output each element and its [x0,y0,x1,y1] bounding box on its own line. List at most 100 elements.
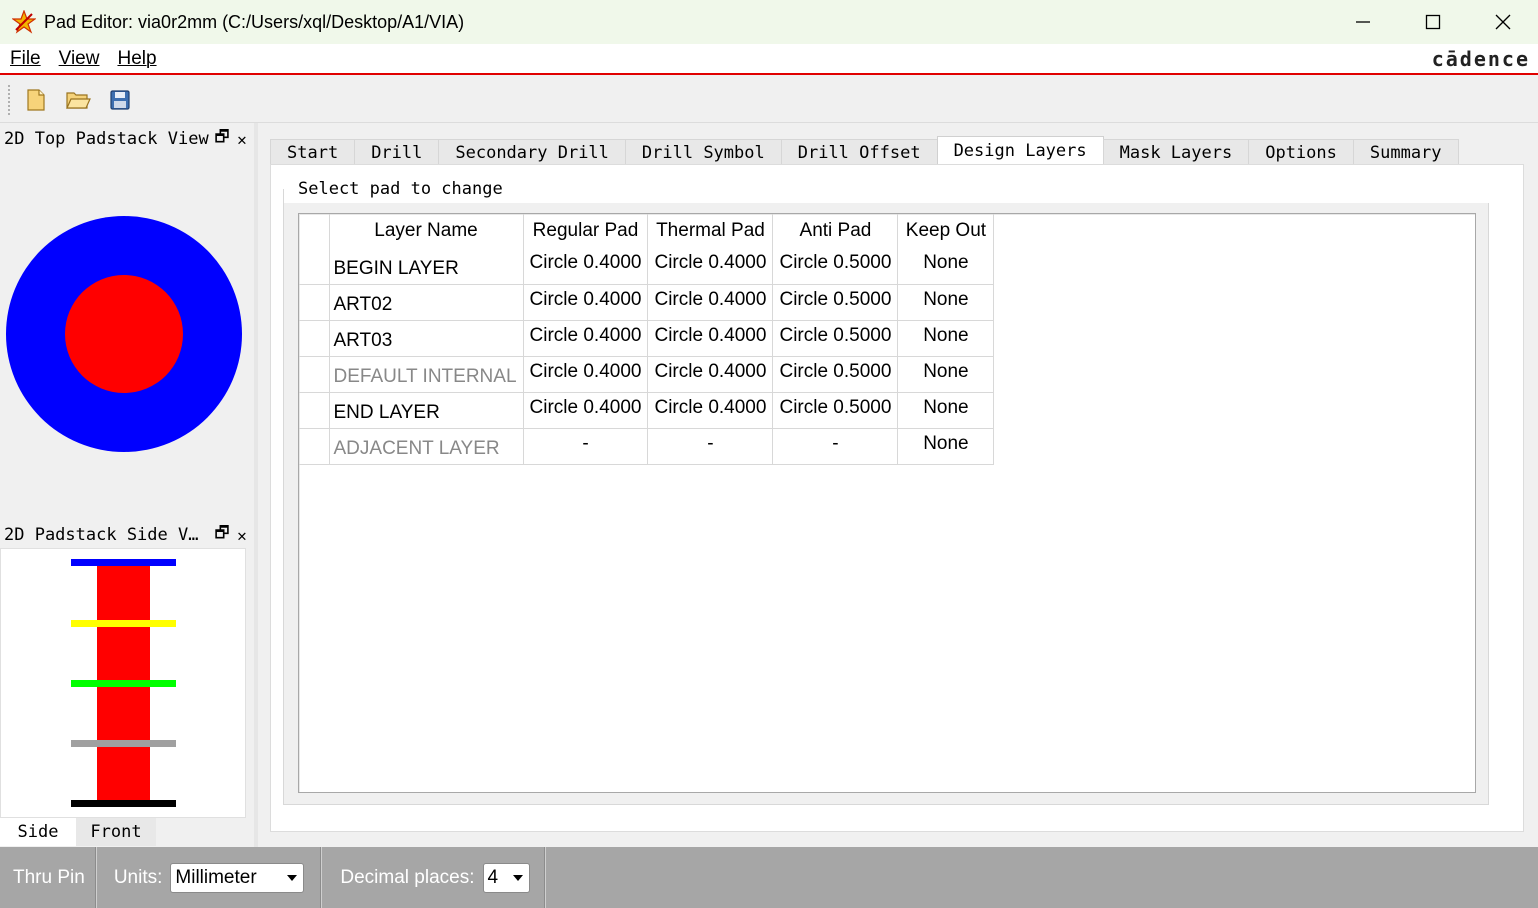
tab-secondary-drill[interactable]: Secondary Drill [438,139,626,165]
thermal-pad-cell[interactable]: Circle 0.4000 [647,284,774,321]
table-row[interactable]: END LAYER Circle 0.4000 Circle 0.4000 Circl… [299,392,995,429]
regular-pad-cell[interactable]: - [523,428,649,465]
keep-out-cell[interactable]: None [897,392,995,429]
regular-pad-circle [65,275,183,393]
tab-drill[interactable]: Drill [354,139,440,165]
close-panel-icon[interactable]: ✕ [232,526,252,545]
tab-start[interactable]: Start [270,139,356,165]
table-header-row: Layer Name Regular Pad Thermal Pad Anti … [299,214,995,248]
decimal-places-select[interactable]: 4 [482,862,530,893]
side-view-tabs: Side Front [0,818,254,846]
header-keep-out[interactable]: Keep Out [897,214,995,248]
regular-pad-cell[interactable]: Circle 0.4000 [523,248,649,285]
units-label: Units: [113,866,163,888]
regular-pad-cell[interactable]: Circle 0.4000 [523,356,649,393]
decimal-places-value: 4 [487,866,499,888]
table-row[interactable]: DEFAULT INTERNAL Circle 0.4000 Circle 0.40… [299,356,995,393]
table-row[interactable]: ART03 Circle 0.4000 Circle 0.4000 Circle 0.… [299,320,995,357]
layer-name-cell: BEGIN LAYER [329,248,524,285]
pad-type-label: Thru Pin [13,866,85,888]
group-title: Select pad to change [294,178,509,200]
thermal-pad-cell[interactable]: Circle 0.4000 [647,248,774,285]
close-button[interactable] [1468,0,1538,44]
menu-view[interactable]: View [59,48,100,70]
float-panel-icon[interactable]: 🗗 [212,126,232,153]
chevron-down-icon [512,874,523,881]
side-padstack-view [0,548,246,818]
layer-name-cell: ART02 [329,284,524,321]
row-header-cell[interactable] [299,356,330,393]
toolbar [0,77,1538,123]
anti-pad-cell[interactable]: Circle 0.5000 [772,284,899,321]
anti-pad-cell[interactable]: Circle 0.5000 [772,356,899,393]
header-regular-pad[interactable]: Regular Pad [523,214,649,248]
maximize-button[interactable] [1398,0,1468,44]
keep-out-cell[interactable]: None [897,428,995,465]
header-thermal-pad[interactable]: Thermal Pad [647,214,774,248]
tab-options[interactable]: Options [1248,139,1354,165]
anti-pad-cell[interactable]: Circle 0.5000 [772,320,899,357]
close-panel-icon[interactable]: ✕ [232,130,252,149]
row-header-cell[interactable] [299,248,330,285]
units-select[interactable]: Millimeter [170,862,305,893]
pad-editor-app-icon [10,8,38,36]
thermal-pad-cell[interactable]: - [647,428,774,465]
layer-name-cell: DEFAULT INTERNAL [329,356,524,393]
header-anti-pad[interactable]: Anti Pad [772,214,899,248]
main-area: Start Drill Secondary Drill Drill Symbol… [258,123,1538,847]
float-panel-icon[interactable]: 🗗 [212,522,232,549]
layer-name-cell: ART03 [329,320,524,357]
keep-out-cell[interactable]: None [897,356,995,393]
keep-out-cell[interactable]: None [897,320,995,357]
thermal-pad-cell[interactable]: Circle 0.4000 [647,392,774,429]
tab-summary[interactable]: Summary [1352,139,1459,165]
row-header-cell[interactable] [299,284,330,321]
minimize-icon [1356,21,1370,23]
status-bar: Thru Pin Units: Millimeter Decimal place… [0,847,1538,908]
side-view-canvas [71,559,176,807]
regular-pad-cell[interactable]: Circle 0.4000 [523,392,649,429]
minimize-button[interactable] [1328,0,1398,44]
front-tab[interactable]: Front [76,818,156,846]
anti-pad-cell[interactable]: Circle 0.5000 [772,392,899,429]
table-row[interactable]: ADJACENT LAYER - - - None [299,428,995,465]
top-view-panel-header: 2D Top Padstack View 🗗 ✕ [0,125,252,153]
window-title: Pad Editor: via0r2mm (C:/Users/xql/Deskt… [44,11,465,32]
thermal-pad-cell[interactable]: Circle 0.4000 [647,320,774,357]
save-button[interactable] [104,84,136,116]
side-tab[interactable]: Side [0,818,76,846]
menu-bar: File View Help cādence [0,44,1538,75]
open-folder-button[interactable] [62,84,94,116]
menu-help[interactable]: Help [117,48,156,70]
tab-drill-offset[interactable]: Drill Offset [780,139,938,165]
row-header-cell[interactable] [299,320,330,357]
table-row[interactable]: BEGIN LAYER Circle 0.4000 Circle 0.4000 Cir… [299,248,995,285]
tab-mask-layers[interactable]: Mask Layers [1102,139,1250,165]
regular-pad-cell[interactable]: Circle 0.4000 [523,284,649,321]
anti-pad-cell[interactable]: Circle 0.5000 [772,248,899,285]
table-row[interactable]: ART02 Circle 0.4000 Circle 0.4000 Circle 0.… [299,284,995,321]
end-layer-bar [71,800,176,807]
tab-design-layers[interactable]: Design Layers [936,136,1104,164]
row-header-cell[interactable] [299,428,330,465]
new-file-button[interactable] [20,84,52,116]
art03-layer-bar [71,680,176,687]
maximize-icon [1425,14,1441,30]
thermal-pad-cell[interactable]: Circle 0.4000 [647,356,774,393]
new-file-icon [27,88,45,111]
units-value: Millimeter [175,866,257,888]
editor-tabs: Start Drill Secondary Drill Drill Symbol… [270,136,1459,165]
close-icon [1495,14,1511,30]
anti-pad-cell[interactable]: - [772,428,899,465]
save-icon [110,89,130,110]
row-header-cell[interactable] [299,392,330,429]
keep-out-cell[interactable]: None [897,248,995,285]
tab-drill-symbol[interactable]: Drill Symbol [624,139,782,165]
regular-pad-cell[interactable]: Circle 0.4000 [523,320,649,357]
toolbar-grip[interactable] [8,84,10,115]
chevron-down-icon [287,874,298,881]
menu-file[interactable]: File [10,48,41,70]
keep-out-cell[interactable]: None [897,284,995,321]
top-view-canvas [6,216,242,452]
header-layer-name[interactable]: Layer Name [329,214,524,248]
